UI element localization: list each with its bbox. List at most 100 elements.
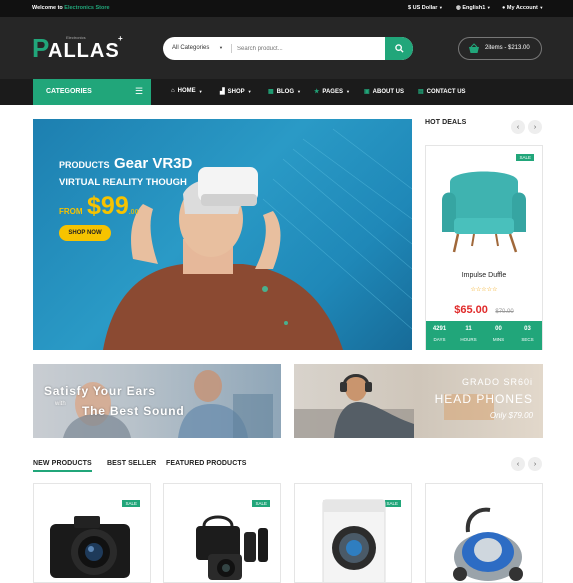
chevron-down-icon: ▼ [297,89,301,94]
countdown-value: 11 [465,326,472,332]
categories-label: CATEGORIES [46,88,92,95]
hot-deals-prev-button[interactable]: ‹ [511,120,525,134]
language-label: English1 [462,5,486,11]
product-card[interactable]: SALE [33,483,151,583]
chevron-left-icon: ‹ [516,460,520,468]
logo-tagline: Electronics [66,35,86,40]
hot-deals-title: HOT DEALS [425,119,467,126]
camera-image [50,516,130,578]
banner-line1b: Gear VR3D [113,155,193,172]
camera-kit-image [196,515,268,580]
currency-selector[interactable]: $ US Dollar ▼ [408,5,443,11]
sale-badge: SALE [252,500,270,507]
countdown-secs: 03 SECS [513,322,542,342]
cart-label: 2items - $213.00 [485,45,530,51]
chevron-right-icon: › [533,123,537,131]
hot-deal-card[interactable]: SALE Impulse Duffle ☆☆☆☆☆ $65.00 $70.00 [425,145,543,350]
nav-home[interactable]: ⌂ HOME ▼ [171,88,203,94]
promo-left-with: with [55,401,66,407]
promo-right-line2: HEAD PHONES [434,392,533,406]
shop-now-button[interactable]: SHOP NOW [59,225,111,241]
chevron-down-icon: ▼ [247,89,252,94]
promo-right-line3: Only $79.00 [489,411,533,420]
countdown-days: 4291 DAYS [425,322,454,342]
tab-featured-products[interactable]: FEATURED PRODUCTS [166,460,247,467]
top-bar: Welcome to Electronics Store $ US Dollar… [0,0,573,17]
products-next-button[interactable]: › [528,457,542,471]
countdown-unit: SECS [521,337,534,342]
hero-banner[interactable]: PRODUCTS Gear VR3D VIRTUAL REALITY THOUG… [33,119,412,350]
nav-blog-label: BLOG [276,88,295,95]
product-card[interactable]: SALE [294,483,412,583]
armchair-image [442,171,526,253]
countdown-value: 03 [524,326,531,332]
promo-banner-left[interactable]: Satisfy Your Ears with The Best Sound [33,364,281,438]
current-price: $65.00 [454,304,488,316]
chevron-right-icon: › [533,460,537,468]
language-selector[interactable]: ◍ English1 ▼ [456,5,491,11]
nav-about-label: ABOUT US [372,88,405,95]
banner-price-value: $99 [87,192,129,220]
bag-icon: ▟ [220,89,225,95]
countdown-value: 00 [495,326,502,332]
product-name[interactable]: Impulse Duffle [426,272,542,279]
cart-button[interactable]: 2items - $213.00 [458,37,542,60]
contact-icon: ▤ [418,89,424,95]
countdown-mins: 00 MINS [484,322,513,342]
tab-new-products[interactable]: NEW PRODUCTS [33,460,92,472]
basket-icon [469,43,479,53]
search-icon [394,44,404,53]
logo[interactable]: P ALLAS Electronics + [32,32,132,62]
main-nav: CATEGORIES ☰ ⌂ HOME ▼ ▟ SHOP ▼ ▦ BLOG ▼ ★ PAGES… [0,79,573,105]
nav-home-label: HOME [177,88,196,94]
countdown-value: 4291 [432,326,447,332]
divider [231,44,232,53]
promo-left-image [63,370,273,438]
logo-text: ALLAS [48,40,120,62]
countdown-hours: 11 HOURS [454,322,483,342]
promo-banner-right[interactable]: GRADO SR60i HEAD PHONES Only $79.00 [294,364,543,438]
chevron-left-icon: ‹ [516,123,520,131]
countdown-unit: DAYS [433,337,446,342]
search-button[interactable] [385,37,413,60]
products-prev-button[interactable]: ‹ [511,457,525,471]
chevron-down-icon: ▼ [539,5,544,10]
star-icon: ★ [314,89,320,95]
categories-button[interactable]: CATEGORIES ☰ [33,79,151,105]
blog-icon: ▦ [268,89,274,95]
currency-label: US Dollar [412,5,438,11]
banner-from: FROM [59,207,83,216]
nav-pages[interactable]: ★ PAGES ▼ [314,88,350,96]
rating-stars: ☆☆☆☆☆ [470,287,498,293]
nav-about[interactable]: ▣ ABOUT US [364,88,405,96]
banner-line1a: PRODUCTS [59,160,110,170]
chevron-down-icon: ▼ [219,45,223,50]
account-menu[interactable]: ● My Account ▼ [502,5,543,11]
search-input[interactable] [237,41,377,56]
promo-left-line1: Satisfy Your Ears [44,384,156,398]
price-block: $65.00 $70.00 [426,300,542,318]
search-bar: All Categories ▼ [163,37,413,60]
chat-icon: ▣ [364,89,370,95]
old-price: $70.00 [495,309,514,315]
hot-deals-next-button[interactable]: › [528,120,542,134]
nav-shop[interactable]: ▟ SHOP ▼ [220,88,252,96]
vacuum-cleaner-image [453,507,523,581]
banner-price-cents: .00 [128,209,139,216]
nav-contact[interactable]: ▤ CONTACT US [418,88,466,96]
banner-line2: VIRTUAL REALITY THOUGH [59,177,187,188]
product-card[interactable]: SALE [163,483,281,583]
category-select-label: All Categories [172,45,210,51]
category-select[interactable]: All Categories ▼ [172,45,223,51]
nav-contact-label: CONTACT US [426,88,466,95]
tab-best-seller[interactable]: BEST SELLER [107,460,156,467]
shop-now-label: SHOP NOW [68,230,102,236]
countdown-unit: MINS [492,337,505,342]
product-card[interactable] [425,483,543,583]
welcome-prefix: Welcome to [32,5,65,11]
nav-shop-label: SHOP [227,88,245,95]
promo-left-line2: The Best Sound [82,404,185,418]
home-icon: ⌂ [171,88,175,94]
washing-machine-image [322,499,386,582]
nav-blog[interactable]: ▦ BLOG ▼ [268,88,301,96]
